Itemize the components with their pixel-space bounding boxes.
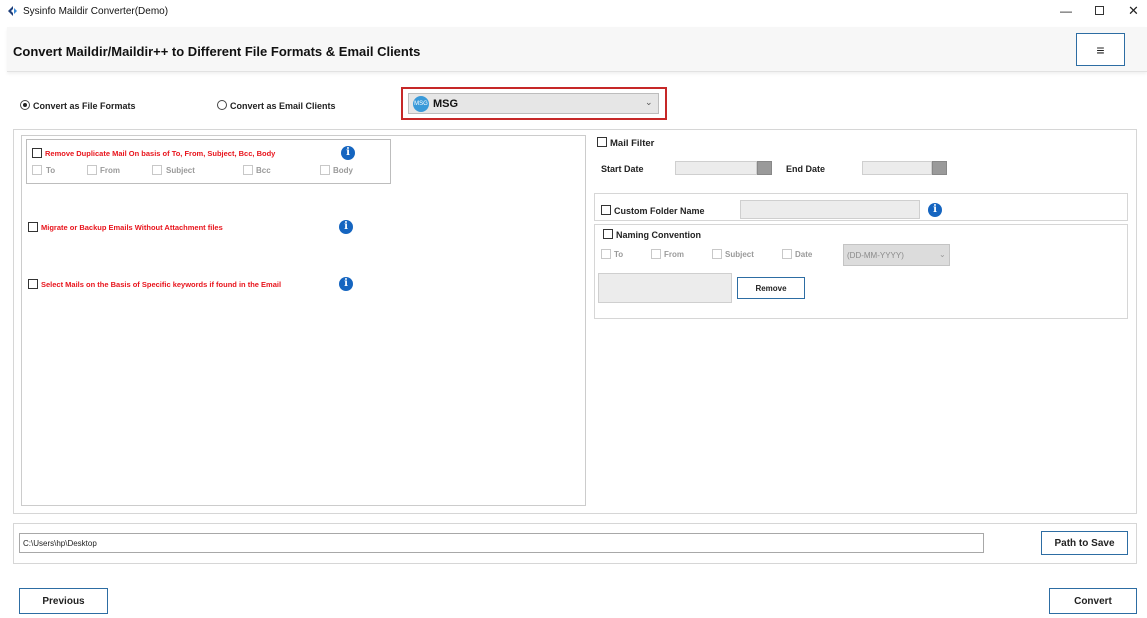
mail-filter-label[interactable]: Mail Filter bbox=[610, 138, 654, 149]
naming-preview-box bbox=[598, 273, 732, 303]
radio-file-formats-label[interactable]: Convert as File Formats bbox=[33, 101, 136, 111]
radio-file-formats[interactable] bbox=[20, 100, 30, 110]
end-date-calendar-icon[interactable] bbox=[932, 161, 947, 175]
custom-folder-label[interactable]: Custom Folder Name bbox=[614, 206, 705, 216]
attachment-label[interactable]: Migrate or Backup Emails Without Attachm… bbox=[41, 223, 223, 232]
dup-subject-checkbox[interactable] bbox=[152, 165, 162, 175]
naming-subject-label: Subject bbox=[725, 250, 754, 259]
convert-button[interactable]: Convert bbox=[1049, 588, 1137, 614]
maximize-icon[interactable] bbox=[1095, 6, 1104, 15]
dup-subject-label: Subject bbox=[166, 166, 195, 175]
naming-from-checkbox[interactable] bbox=[651, 249, 661, 259]
dup-from-checkbox[interactable] bbox=[87, 165, 97, 175]
chevron-down-icon: ⌄ bbox=[939, 250, 946, 259]
naming-to-checkbox[interactable] bbox=[601, 249, 611, 259]
naming-date-label: Date bbox=[795, 250, 813, 259]
attachment-info-icon[interactable]: i bbox=[339, 220, 353, 234]
start-date-label: Start Date bbox=[601, 164, 644, 174]
menu-button[interactable]: ≡ bbox=[1076, 33, 1125, 66]
minimize-icon[interactable]: — bbox=[1060, 4, 1072, 18]
dup-bcc-checkbox[interactable] bbox=[243, 165, 253, 175]
dup-bcc-label: Bcc bbox=[256, 166, 271, 175]
path-to-save-button[interactable]: Path to Save bbox=[1041, 531, 1128, 555]
keyword-checkbox[interactable] bbox=[28, 279, 38, 289]
end-date-label: End Date bbox=[786, 164, 826, 174]
custom-folder-info-icon[interactable]: i bbox=[928, 203, 942, 217]
date-format-value: (DD-MM-YYYY) bbox=[847, 251, 904, 260]
remove-button[interactable]: Remove bbox=[737, 277, 805, 299]
start-date-calendar-icon[interactable] bbox=[757, 161, 772, 175]
close-icon[interactable]: ✕ bbox=[1128, 3, 1139, 19]
start-date-input[interactable] bbox=[675, 161, 757, 175]
end-date-input[interactable] bbox=[862, 161, 932, 175]
left-options-panel bbox=[21, 135, 586, 506]
mail-filter-checkbox[interactable] bbox=[597, 137, 607, 147]
header-bar: Convert Maildir/Maildir++ to Different F… bbox=[7, 27, 1147, 72]
window-title: Sysinfo Maildir Converter(Demo) bbox=[23, 6, 169, 17]
hamburger-icon: ≡ bbox=[1096, 41, 1105, 58]
duplicate-label[interactable]: Remove Duplicate Mail On basis of To, Fr… bbox=[45, 149, 275, 158]
naming-subject-checkbox[interactable] bbox=[712, 249, 722, 259]
attachment-checkbox[interactable] bbox=[28, 222, 38, 232]
app-logo-icon bbox=[8, 6, 17, 16]
duplicate-info-icon[interactable]: i bbox=[341, 146, 355, 160]
format-select-highlight: MSG MSG ⌄ bbox=[401, 87, 667, 120]
duplicate-checkbox[interactable] bbox=[32, 148, 42, 158]
previous-button[interactable]: Previous bbox=[19, 588, 108, 614]
custom-folder-input[interactable] bbox=[740, 200, 920, 219]
naming-to-label: To bbox=[614, 250, 624, 259]
naming-from-label: From bbox=[664, 250, 684, 259]
format-select[interactable]: MSG MSG ⌄ bbox=[408, 93, 659, 114]
radio-email-clients-label[interactable]: Convert as Email Clients bbox=[230, 101, 336, 111]
naming-checkbox[interactable] bbox=[603, 229, 613, 239]
duplicate-group bbox=[26, 139, 391, 184]
dup-from-label: From bbox=[100, 166, 120, 175]
naming-label[interactable]: Naming Convention bbox=[616, 230, 701, 240]
msg-format-icon: MSG bbox=[413, 96, 429, 112]
custom-folder-checkbox[interactable] bbox=[601, 205, 611, 215]
title-bar: Sysinfo Maildir Converter(Demo) — ✕ bbox=[0, 0, 1147, 24]
page-title: Convert Maildir/Maildir++ to Different F… bbox=[13, 44, 421, 59]
format-select-value: MSG bbox=[433, 98, 459, 110]
dup-body-label: Body bbox=[333, 166, 353, 175]
dup-to-checkbox[interactable] bbox=[32, 165, 42, 175]
naming-date-checkbox[interactable] bbox=[782, 249, 792, 259]
chevron-down-icon: ⌄ bbox=[645, 97, 653, 107]
radio-email-clients[interactable] bbox=[217, 100, 227, 110]
date-format-select[interactable]: (DD-MM-YYYY) ⌄ bbox=[843, 244, 950, 266]
keyword-info-icon[interactable]: i bbox=[339, 277, 353, 291]
path-input[interactable]: C:\Users\hp\Desktop bbox=[19, 533, 984, 553]
keyword-label[interactable]: Select Mails on the Basis of Specific ke… bbox=[41, 280, 281, 289]
dup-to-label: To bbox=[46, 166, 56, 175]
dup-body-checkbox[interactable] bbox=[320, 165, 330, 175]
